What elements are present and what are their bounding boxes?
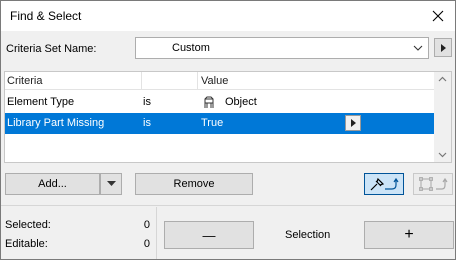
- remove-from-selection-button[interactable]: —: [164, 221, 254, 249]
- criteria-set-value: Custom: [172, 42, 210, 54]
- add-dropdown-button[interactable]: [100, 173, 122, 195]
- operator-cell: is: [143, 117, 151, 129]
- editable-label: Editable:: [5, 238, 48, 250]
- selection-label: Selection: [285, 229, 331, 241]
- header-separator: [141, 72, 142, 90]
- value-options-button[interactable]: [345, 115, 361, 131]
- marquee-selection-button[interactable]: [413, 173, 453, 195]
- plus-icon: +: [404, 226, 414, 243]
- remove-button[interactable]: Remove: [135, 173, 253, 195]
- editable-count: 0: [143, 238, 150, 250]
- table-row[interactable]: Element Type is Object: [5, 92, 435, 113]
- chevron-down-icon: [413, 45, 423, 51]
- criteria-cell: Library Part Missing: [7, 117, 105, 129]
- criteria-set-dropdown[interactable]: Custom: [135, 37, 429, 59]
- marquee-icon: [419, 177, 448, 191]
- find-select-dialog: Find & Select Criteria Set Name: Custom …: [0, 0, 456, 260]
- table-header: Criteria Value: [5, 72, 435, 90]
- close-icon: [432, 10, 444, 22]
- criteria-table: Criteria Value Element Type is Object Li…: [4, 71, 452, 163]
- section-divider: [1, 205, 455, 206]
- close-button[interactable]: [427, 5, 449, 27]
- selected-count: 0: [143, 219, 150, 231]
- table-row[interactable]: Library Part Missing is True: [5, 113, 435, 134]
- value-cell: True: [201, 117, 224, 129]
- chevron-up-icon[interactable]: [438, 76, 447, 82]
- eyedropper-icon: [370, 177, 399, 191]
- vertical-divider: [156, 207, 157, 259]
- criteria-set-label: Criteria Set Name:: [6, 43, 97, 55]
- criteria-cell: Element Type: [7, 96, 75, 108]
- selected-label: Selected:: [5, 219, 51, 231]
- object-icon: [204, 96, 214, 108]
- value-cell: Object: [225, 96, 257, 108]
- chevron-down-icon[interactable]: [438, 152, 447, 158]
- minus-icon: —: [202, 227, 216, 243]
- pick-up-parameters-button[interactable]: [364, 173, 404, 195]
- caret-down-icon: [106, 181, 116, 186]
- title-bar: Find & Select: [1, 1, 455, 31]
- header-separator: [197, 72, 198, 90]
- criteria-set-menu-button[interactable]: [434, 38, 452, 57]
- play-arrow-icon: [441, 43, 446, 52]
- play-arrow-icon: [350, 119, 356, 127]
- dialog-title: Find & Select: [10, 9, 82, 23]
- operator-cell: is: [143, 96, 151, 108]
- add-to-selection-button[interactable]: +: [364, 221, 454, 249]
- header-value: Value: [201, 75, 229, 87]
- header-criteria: Criteria: [7, 75, 43, 87]
- add-button[interactable]: Add...: [5, 173, 100, 195]
- vertical-scrollbar[interactable]: [434, 72, 451, 162]
